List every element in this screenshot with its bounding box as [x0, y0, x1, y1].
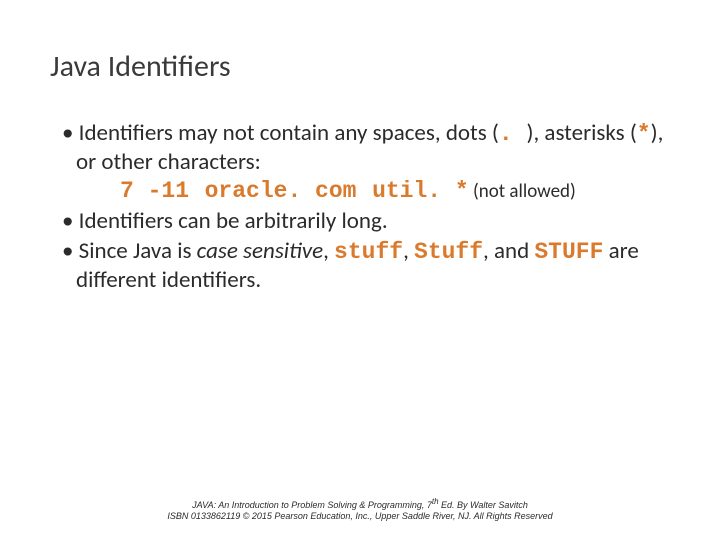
text: ,	[483, 237, 494, 265]
slide: Java Identifiers Identifiers may not con…	[0, 0, 720, 294]
code-dot: .	[499, 121, 527, 147]
code-stuff1: stuff	[334, 239, 403, 265]
slide-title: Java Identifiers	[50, 48, 670, 85]
code-ex2: oracle. com	[205, 178, 357, 204]
bullet-list: Identifiers may not contain any spaces, …	[50, 119, 670, 294]
example-line: 7 -11 oracle. com util. * (not allowed)	[76, 176, 670, 205]
text: Ed. By Walter Savitch	[439, 500, 528, 510]
emphasis: case sensitive	[197, 237, 323, 265]
text: Since Java is	[79, 237, 197, 265]
text: JAVA: An Introduction to Problem Solving…	[192, 500, 432, 510]
code-asterisk: *	[637, 121, 651, 147]
bullet-3: Since Java is case sensitive, stuff, Stu…	[62, 237, 670, 294]
code-ex3: util. *	[372, 178, 469, 204]
bullet-1: Identifiers may not contain any spaces, …	[62, 119, 670, 205]
text: ,	[323, 237, 334, 265]
bullet-2: Identifiers can be arbitrarily long.	[62, 207, 670, 235]
text: ,	[403, 237, 414, 265]
footer-line-1: JAVA: An Introduction to Problem Solving…	[0, 497, 720, 511]
text: Identifiers may not contain any spaces, …	[79, 119, 499, 147]
code-ex1: 7 -11	[120, 178, 189, 204]
footer-line-2: ISBN 0133862119 © 2015 Pearson Education…	[0, 511, 720, 522]
note-text: (not allowed)	[469, 180, 576, 203]
footer: JAVA: An Introduction to Problem Solving…	[0, 497, 720, 523]
text: Identifiers can be arbitrarily long.	[79, 207, 388, 235]
text: and	[494, 237, 534, 265]
code-stuff2: Stuff	[414, 239, 483, 265]
text: ), asterisks (	[527, 119, 637, 147]
superscript: th	[432, 497, 439, 506]
code-stuff3: STUFF	[534, 239, 603, 265]
